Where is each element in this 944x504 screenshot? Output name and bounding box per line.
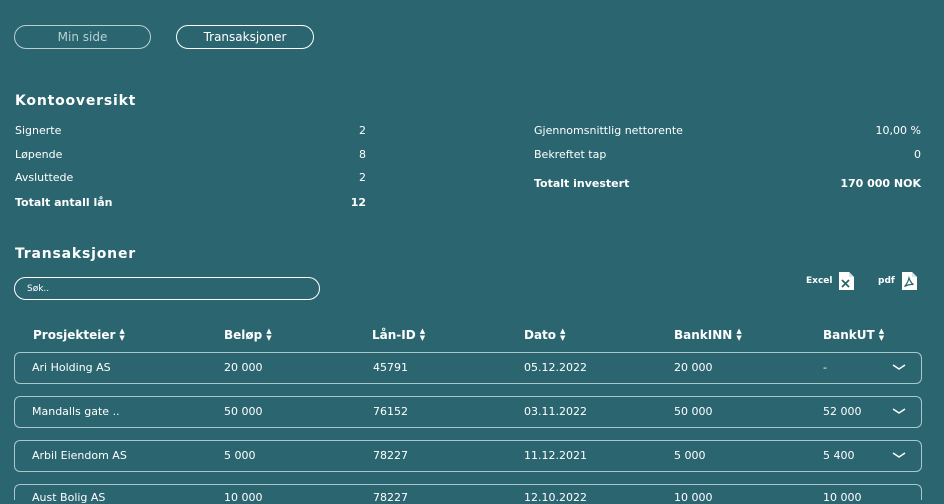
column-label: Beløp xyxy=(224,328,263,342)
column-header-bankut[interactable]: BankUT ▲ ▼ xyxy=(823,327,885,343)
cell-lan-id: 78227 xyxy=(373,491,408,504)
signed-label: Signerte xyxy=(15,124,62,137)
excel-label: Excel xyxy=(806,276,833,286)
column-header-prosjekteier[interactable]: Prosjekteier ▲ ▼ xyxy=(33,327,125,343)
cell-bankut: 5 400 xyxy=(823,449,855,462)
pdf-label: pdf xyxy=(878,276,895,286)
cell-bankinn: 50 000 xyxy=(674,405,713,418)
column-header-dato[interactable]: Dato ▲ ▼ xyxy=(524,327,566,343)
cell-belop: 10 000 xyxy=(224,491,263,504)
account-overview-title: Kontooversikt xyxy=(15,93,137,109)
tab-min-side[interactable]: Min side xyxy=(14,25,151,49)
cell-lan-id: 76152 xyxy=(373,405,408,418)
tab-transaksjoner[interactable]: Transaksjoner xyxy=(176,25,314,49)
total-loans-label: Totalt antall lån xyxy=(15,196,113,209)
cell-bankinn: 5 000 xyxy=(674,449,706,462)
sort-icon: ▲ ▼ xyxy=(878,327,885,342)
cell-bankinn: 20 000 xyxy=(674,361,713,374)
transactions-title: Transaksjoner xyxy=(15,246,136,262)
search-input[interactable]: Søk.. xyxy=(14,277,320,300)
confirmed-loss-value: 0 xyxy=(914,148,921,161)
table-row[interactable]: Ari Holding AS 20 000 45791 05.12.2022 2… xyxy=(14,352,922,384)
cell-dato: 11.12.2021 xyxy=(524,449,587,462)
cell-prosjekteier: Mandalls gate .. xyxy=(32,405,120,418)
column-label: Dato xyxy=(524,328,557,342)
chevron-down-icon[interactable] xyxy=(891,359,907,375)
running-value: 8 xyxy=(359,148,366,161)
cell-bankut: - xyxy=(823,361,827,374)
sort-icon: ▲ ▼ xyxy=(736,327,742,342)
cell-belop: 20 000 xyxy=(224,361,263,374)
sort-icon: ▲ ▼ xyxy=(266,327,272,342)
column-label: Lån-ID xyxy=(372,328,416,342)
cell-prosjekteier: Arbil Eiendom AS xyxy=(32,449,127,462)
column-label: BankINN xyxy=(674,328,733,342)
sort-icon: ▲ ▼ xyxy=(119,327,125,342)
total-loans-value: 12 xyxy=(350,196,366,209)
excel-file-icon xyxy=(839,272,855,290)
cell-prosjekteier: Aust Bolig AS xyxy=(32,491,106,504)
cell-dato: 05.12.2022 xyxy=(524,361,587,374)
total-invested-label: Totalt investert xyxy=(534,177,630,190)
completed-label: Avsluttede xyxy=(15,171,74,184)
confirmed-loss-label: Bekreftet tap xyxy=(534,148,607,161)
cell-bankut: 10 000 xyxy=(823,491,862,504)
sort-icon: ▲ ▼ xyxy=(560,327,566,342)
total-invested-value: 170 000 NOK xyxy=(840,177,921,190)
cell-bankinn: 10 000 xyxy=(674,491,713,504)
table-row[interactable]: Arbil Eiendom AS 5 000 78227 11.12.2021 … xyxy=(14,440,922,472)
sort-icon: ▲ ▼ xyxy=(419,327,426,342)
table-row[interactable]: Mandalls gate .. 50 000 76152 03.11.2022… xyxy=(14,396,922,428)
column-header-bankinn[interactable]: BankINN ▲ ▼ xyxy=(674,327,742,343)
column-label: Prosjekteier xyxy=(33,328,116,342)
running-label: Løpende xyxy=(15,148,63,161)
cell-belop: 5 000 xyxy=(224,449,256,462)
cell-dato: 03.11.2022 xyxy=(524,405,587,418)
excel-download-button[interactable]: Excel xyxy=(806,272,855,290)
pdf-download-button[interactable]: pdf xyxy=(878,272,917,290)
cell-bankut: 52 000 xyxy=(823,405,862,418)
avg-rate-label: Gjennomsnittlig nettorente xyxy=(534,124,683,137)
completed-value: 2 xyxy=(359,171,366,184)
cell-dato: 12.10.2022 xyxy=(524,491,587,504)
cell-lan-id: 78227 xyxy=(373,449,408,462)
chevron-down-icon[interactable] xyxy=(891,447,907,463)
chevron-down-icon[interactable] xyxy=(891,403,907,419)
pdf-file-icon xyxy=(901,272,917,290)
avg-rate-value: 10,00 % xyxy=(875,124,921,137)
column-header-lan-id[interactable]: Lån-ID ▲ ▼ xyxy=(372,327,426,343)
column-label: BankUT xyxy=(823,328,875,342)
cell-belop: 50 000 xyxy=(224,405,263,418)
table-row[interactable]: Aust Bolig AS 10 000 78227 12.10.2022 10… xyxy=(14,484,922,504)
cell-prosjekteier: Ari Holding AS xyxy=(32,361,111,374)
cell-lan-id: 45791 xyxy=(373,361,408,374)
signed-value: 2 xyxy=(359,124,366,137)
column-header-belop[interactable]: Beløp ▲ ▼ xyxy=(224,327,272,343)
